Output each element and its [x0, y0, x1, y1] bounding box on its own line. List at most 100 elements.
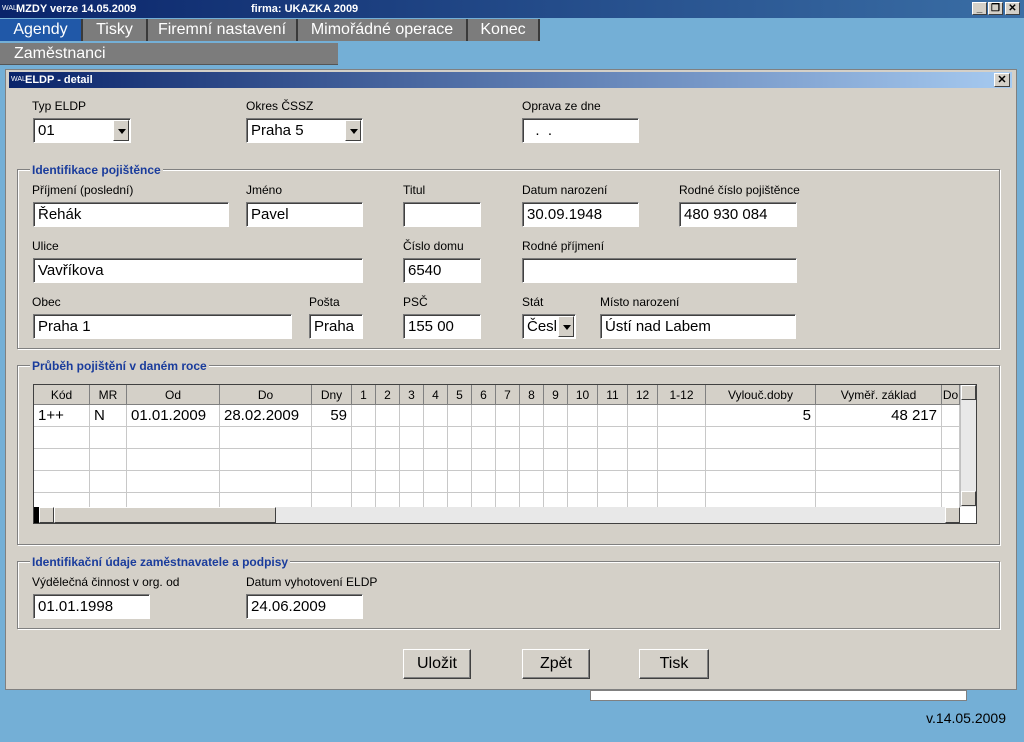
- empty-cell[interactable]: [544, 405, 568, 427]
- col-header-m9[interactable]: 9: [544, 385, 568, 405]
- empty-cell[interactable]: [658, 471, 706, 493]
- empty-cell[interactable]: [472, 449, 496, 471]
- empty-cell[interactable]: [544, 427, 568, 449]
- col-header-od[interactable]: Od: [127, 385, 220, 405]
- okres-select[interactable]: Praha 5: [246, 118, 363, 143]
- empty-cell[interactable]: [34, 449, 90, 471]
- prijmeni-input[interactable]: Řehák: [33, 202, 229, 227]
- col-header-m2[interactable]: 2: [376, 385, 400, 405]
- menu-firemni-nastaveni[interactable]: Firemní nastavení: [148, 19, 298, 41]
- col-header-zaklad[interactable]: Vyměř. základ: [816, 385, 942, 405]
- empty-cell[interactable]: [628, 427, 658, 449]
- empty-cell[interactable]: [658, 449, 706, 471]
- zpet-button[interactable]: Zpět: [522, 649, 590, 679]
- empty-cell[interactable]: [34, 471, 90, 493]
- col-header-m6[interactable]: 6: [472, 385, 496, 405]
- empty-cell[interactable]: [496, 405, 520, 427]
- cell-kod[interactable]: 1++: [34, 405, 90, 427]
- empty-cell[interactable]: [127, 427, 220, 449]
- empty-cell[interactable]: [942, 471, 960, 493]
- menu-agendy[interactable]: Agendy: [0, 19, 83, 41]
- empty-cell[interactable]: [496, 427, 520, 449]
- titul-input[interactable]: [403, 202, 481, 227]
- empty-cell[interactable]: [448, 405, 472, 427]
- empty-cell[interactable]: [520, 427, 544, 449]
- empty-cell[interactable]: [220, 427, 312, 449]
- col-header-dny[interactable]: Dny: [312, 385, 352, 405]
- col-header-vylouc[interactable]: Vylouč.doby: [706, 385, 816, 405]
- empty-cell[interactable]: [312, 471, 352, 493]
- vyhotoveni-input[interactable]: 24.06.2009: [246, 594, 363, 619]
- misto-narozeni-input[interactable]: Ústí nad Labem: [600, 314, 796, 339]
- col-header-m8[interactable]: 8: [520, 385, 544, 405]
- col-header-m11[interactable]: 11: [598, 385, 628, 405]
- empty-cell[interactable]: [424, 405, 448, 427]
- empty-cell[interactable]: [400, 405, 424, 427]
- cell-od[interactable]: 01.01.2009: [127, 405, 220, 427]
- cinnost-input[interactable]: 01.01.1998: [33, 594, 150, 619]
- empty-cell[interactable]: [658, 405, 706, 427]
- empty-cell[interactable]: [127, 471, 220, 493]
- submenu-zamestnanci[interactable]: Zaměstnanci: [0, 43, 338, 65]
- narozeni-input[interactable]: 30.09.1948: [522, 202, 639, 227]
- obec-input[interactable]: Praha 1: [33, 314, 292, 339]
- empty-cell[interactable]: [706, 427, 816, 449]
- empty-cell[interactable]: [628, 471, 658, 493]
- ulozit-button[interactable]: Uložit: [403, 649, 471, 679]
- empty-cell[interactable]: [34, 427, 90, 449]
- empty-cell[interactable]: [658, 427, 706, 449]
- cell-vylouc[interactable]: 5: [706, 405, 816, 427]
- empty-cell[interactable]: [352, 471, 376, 493]
- ulice-input[interactable]: Vavříkova: [33, 258, 363, 283]
- empty-cell[interactable]: [568, 471, 598, 493]
- cislo-domu-input[interactable]: 6540: [403, 258, 481, 283]
- chevron-down-icon[interactable]: [558, 316, 574, 337]
- empty-cell[interactable]: [424, 427, 448, 449]
- empty-cell[interactable]: [544, 471, 568, 493]
- col-header-do2[interactable]: Do: [942, 385, 960, 405]
- empty-cell[interactable]: [220, 449, 312, 471]
- jmeno-input[interactable]: Pavel: [246, 202, 363, 227]
- empty-cell[interactable]: [424, 471, 448, 493]
- restore-button[interactable]: ❐: [988, 2, 1003, 15]
- empty-cell[interactable]: [90, 427, 127, 449]
- cell-dny[interactable]: 59: [312, 405, 352, 427]
- empty-cell[interactable]: [942, 405, 960, 427]
- empty-cell[interactable]: [400, 427, 424, 449]
- empty-cell[interactable]: [628, 449, 658, 471]
- col-header-m3[interactable]: 3: [400, 385, 424, 405]
- empty-cell[interactable]: [816, 427, 942, 449]
- empty-cell[interactable]: [352, 405, 376, 427]
- empty-cell[interactable]: [816, 471, 942, 493]
- minimize-button[interactable]: _: [972, 2, 987, 15]
- empty-cell[interactable]: [376, 471, 400, 493]
- col-header-m10[interactable]: 10: [568, 385, 598, 405]
- app-close-button[interactable]: ✕: [1005, 2, 1020, 15]
- cell-zaklad[interactable]: 48 217: [816, 405, 942, 427]
- empty-cell[interactable]: [424, 449, 448, 471]
- scroll-right-icon[interactable]: [945, 507, 960, 523]
- col-header-do[interactable]: Do: [220, 385, 312, 405]
- menu-mimoradne-operace[interactable]: Mimořádné operace: [298, 19, 468, 41]
- oprava-input[interactable]: . .: [522, 118, 639, 143]
- col-header-m7[interactable]: 7: [496, 385, 520, 405]
- empty-cell[interactable]: [598, 405, 628, 427]
- grid-horizontal-scrollbar[interactable]: [34, 507, 960, 523]
- scroll-thumb[interactable]: [54, 507, 276, 523]
- empty-cell[interactable]: [472, 471, 496, 493]
- scroll-up-icon[interactable]: [961, 385, 976, 400]
- empty-cell[interactable]: [448, 449, 472, 471]
- col-header-m1-12[interactable]: 1-12: [658, 385, 706, 405]
- col-header-mr[interactable]: MR: [90, 385, 127, 405]
- empty-cell[interactable]: [90, 471, 127, 493]
- empty-cell[interactable]: [400, 471, 424, 493]
- empty-cell[interactable]: [520, 471, 544, 493]
- empty-cell[interactable]: [312, 427, 352, 449]
- stat-select[interactable]: Česl: [522, 314, 576, 339]
- rodne-prijmeni-input[interactable]: [522, 258, 797, 283]
- empty-cell[interactable]: [598, 427, 628, 449]
- empty-cell[interactable]: [352, 449, 376, 471]
- menu-tisky[interactable]: Tisky: [83, 19, 148, 41]
- empty-cell[interactable]: [706, 471, 816, 493]
- chevron-down-icon[interactable]: [113, 120, 129, 141]
